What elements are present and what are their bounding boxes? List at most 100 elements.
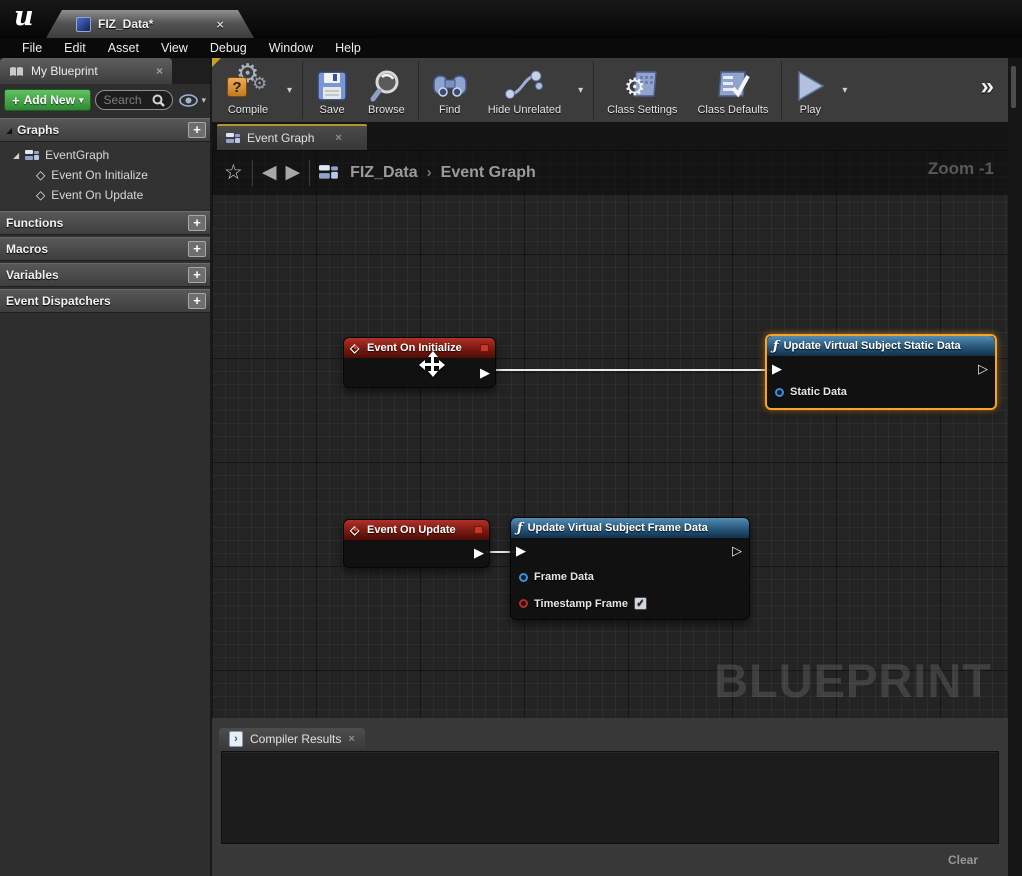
play-button[interactable]: Play — [785, 58, 835, 122]
hide-unrelated-options-dropdown[interactable]: ▾ — [571, 85, 590, 96]
play-options-dropdown[interactable]: ▾ — [835, 85, 854, 96]
favorite-star-icon[interactable]: ☆ — [224, 160, 243, 185]
nav-back-icon[interactable]: ◀ — [262, 161, 277, 184]
tree-item-event-on-initialize[interactable]: ◇ Event On Initialize — [0, 165, 212, 185]
add-variable-button[interactable]: + — [188, 267, 206, 283]
delegate-pin[interactable] — [480, 344, 489, 352]
exec-out-pin[interactable]: ▶ — [480, 366, 490, 379]
node-header[interactable]: ◇ ◆ Event On Update — [344, 520, 489, 540]
class-defaults-icon — [715, 68, 751, 102]
class-settings-button[interactable]: ⚙ Class Settings — [597, 58, 687, 122]
play-icon — [795, 70, 825, 102]
asset-tab-fiz-data[interactable]: FIZ_Data* × — [46, 10, 254, 38]
compiler-results-panel: › Compiler Results × Clear — [212, 718, 1008, 876]
menu-window[interactable]: Window — [258, 41, 324, 55]
section-header-event-dispatchers[interactable]: Event Dispatchers + — [0, 289, 212, 313]
add-event-dispatcher-button[interactable]: + — [188, 293, 206, 309]
close-icon[interactable]: × — [348, 733, 354, 745]
expander-icon: ◢ — [6, 126, 12, 135]
section-header-graphs[interactable]: ◢ Graphs + — [0, 118, 212, 142]
compiler-icon: › — [229, 731, 243, 747]
scrollbar-thumb[interactable] — [1011, 66, 1016, 108]
menu-edit[interactable]: Edit — [53, 41, 97, 55]
pin-timestamp-frame[interactable]: Timestamp Frame ✓ — [519, 597, 647, 610]
pin-label: Static Data — [790, 386, 847, 398]
menu-asset[interactable]: Asset — [97, 41, 150, 55]
node-event-on-initialize[interactable]: ◇ ◆ Event On Initialize ▶ — [343, 337, 496, 388]
tree-item-eventgraph[interactable]: ◢ EventGraph — [0, 145, 212, 165]
node-event-on-update[interactable]: ◇ ◆ Event On Update ▶ — [343, 519, 490, 568]
unreal-logo-icon: u — [14, 1, 34, 32]
object-pin-icon[interactable] — [519, 573, 528, 582]
exec-in-pin[interactable]: ▶ — [772, 362, 782, 375]
add-macro-button[interactable]: + — [188, 241, 206, 257]
class-defaults-button[interactable]: Class Defaults — [687, 58, 778, 122]
node-header[interactable]: ƒ Update Virtual Subject Static Data — [767, 336, 995, 356]
section-header-variables[interactable]: Variables + — [0, 263, 212, 287]
tab-my-blueprint[interactable]: My Blueprint × — [0, 58, 172, 84]
section-header-macros[interactable]: Macros + — [0, 237, 212, 261]
main-toolbar: ⚙ ⚙ ? Compile ▾ Save — [212, 58, 1008, 122]
add-graph-button[interactable]: + — [188, 122, 206, 138]
clear-button[interactable]: Clear — [948, 853, 978, 867]
close-icon[interactable]: × — [216, 17, 224, 32]
exec-out-pin[interactable]: ▷ — [978, 362, 988, 375]
node-update-virtual-subject-static-data[interactable]: ƒ Update Virtual Subject Static Data ▶ ▷… — [765, 334, 997, 410]
toolbar-separator — [418, 61, 419, 119]
exec-out-pin[interactable]: ▷ — [732, 544, 742, 557]
unreal-blueprint-editor-window: u FIZ_Data* × File Edit Asset View Debug… — [0, 0, 1022, 876]
node-title: Update Virtual Subject Static Data — [784, 340, 961, 352]
menu-help[interactable]: Help — [324, 41, 372, 55]
nav-forward-icon[interactable]: ▶ — [285, 161, 300, 184]
compile-button[interactable]: ⚙ ⚙ ? Compile — [216, 58, 280, 122]
node-update-virtual-subject-frame-data[interactable]: ƒ Update Virtual Subject Frame Data ▶ ▷ … — [510, 517, 750, 620]
pin-frame-data[interactable]: Frame Data — [519, 571, 594, 583]
svg-text:⚙: ⚙ — [624, 74, 646, 101]
tree-item-event-on-update[interactable]: ◇ Event On Update — [0, 185, 212, 205]
exec-in-pin[interactable]: ▶ — [516, 544, 526, 557]
compiler-results-output[interactable] — [221, 751, 999, 844]
pin-static-data[interactable]: Static Data — [775, 386, 847, 398]
class-settings-label: Class Settings — [607, 104, 677, 116]
menu-debug[interactable]: Debug — [199, 41, 258, 55]
close-icon[interactable]: × — [156, 64, 163, 78]
menu-view[interactable]: View — [150, 41, 199, 55]
exec-out-pin[interactable]: ▶ — [474, 546, 484, 559]
event-diamond-icon: ◇ — [36, 189, 45, 201]
save-button[interactable]: Save — [306, 58, 358, 122]
save-label: Save — [319, 104, 344, 116]
close-icon[interactable]: × — [335, 132, 341, 144]
add-function-button[interactable]: + — [188, 215, 206, 231]
tab-event-graph[interactable]: Event Graph × — [217, 124, 367, 150]
hide-unrelated-button[interactable]: Hide Unrelated — [478, 58, 571, 122]
menu-file[interactable]: File — [11, 41, 53, 55]
add-new-button[interactable]: + Add New ▾ — [4, 89, 91, 111]
pin-label: Frame Data — [534, 571, 594, 583]
event-graph-canvas[interactable]: ☆ ◀ ▶ FIZ_Data › Event Graph Zoom -1 ◇ ◆… — [212, 150, 1008, 718]
my-blueprint-actions: + Add New ▾ ▾ — [0, 84, 212, 116]
search-box[interactable] — [95, 90, 173, 110]
breadcrumb-root[interactable]: FIZ_Data — [350, 164, 418, 182]
toolbar-overflow-chevron[interactable]: » — [981, 73, 1004, 107]
tab-compiler-results[interactable]: › Compiler Results × — [219, 728, 365, 750]
expander-icon[interactable]: ◢ — [13, 151, 19, 160]
browse-button[interactable]: Browse — [358, 58, 415, 122]
visibility-filter-button[interactable]: ▾ — [177, 94, 208, 107]
zoom-level-label: Zoom -1 — [928, 159, 994, 179]
compile-options-dropdown[interactable]: ▾ — [280, 85, 299, 96]
node-header[interactable]: ƒ Update Virtual Subject Frame Data — [511, 518, 749, 538]
search-input[interactable] — [103, 93, 148, 107]
timestamp-frame-checkbox[interactable]: ✓ — [634, 597, 647, 610]
breadcrumb-current[interactable]: Event Graph — [441, 164, 536, 182]
event-graph-tab-label: Event Graph — [247, 131, 314, 145]
delegate-pin[interactable] — [474, 526, 483, 534]
find-button[interactable]: Find — [422, 58, 478, 122]
move-cursor-icon — [421, 353, 443, 375]
section-header-functions[interactable]: Functions + — [0, 211, 212, 235]
menu-bar: File Edit Asset View Debug Window Help — [0, 38, 1022, 58]
book-icon — [9, 66, 24, 77]
bool-pin-icon[interactable] — [519, 599, 528, 608]
find-icon — [432, 70, 468, 102]
node-header[interactable]: ◇ ◆ Event On Initialize — [344, 338, 495, 358]
object-pin-icon[interactable] — [775, 388, 784, 397]
